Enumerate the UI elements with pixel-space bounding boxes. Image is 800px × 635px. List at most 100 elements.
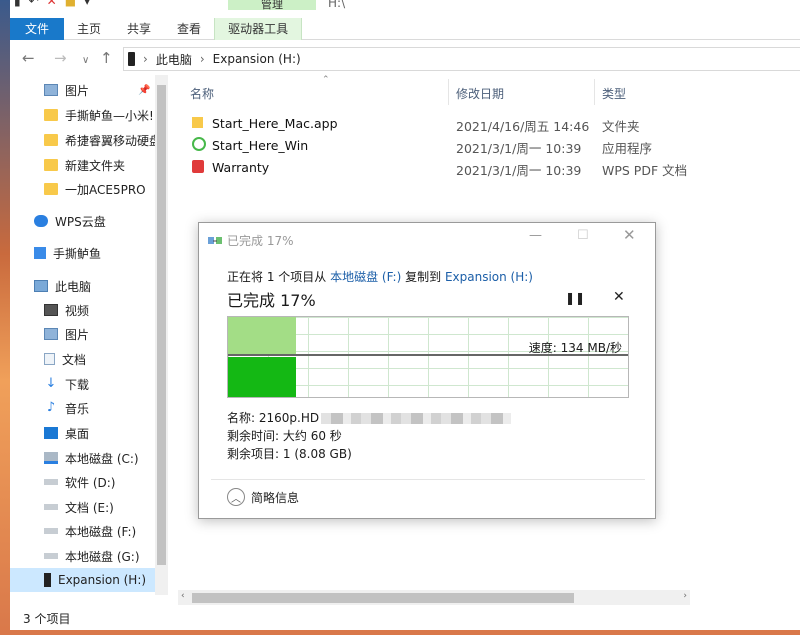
- address-bar[interactable]: › 此电脑 › Expansion (H:): [123, 47, 800, 71]
- tab-view[interactable]: 查看: [164, 18, 214, 40]
- sidebar-item-drive-g[interactable]: 本地磁盘 (G:): [10, 544, 155, 568]
- tab-drive-tools[interactable]: 驱动器工具: [214, 18, 303, 40]
- minimize-icon[interactable]: —: [529, 228, 542, 243]
- breadcrumb-separator-icon[interactable]: ›: [200, 52, 205, 66]
- forward-arrow-icon[interactable]: →: [54, 50, 67, 66]
- sidebar-item-pictures[interactable]: 图片: [10, 322, 155, 346]
- column-divider[interactable]: [448, 79, 449, 105]
- navigation-pane: 图片 📌 手撕鲈鱼—小米! 希捷睿翼移动硬盘 新建文件夹 一加ACE5PRO W…: [10, 75, 168, 595]
- horizontal-scrollbar-thumb[interactable]: [192, 593, 574, 603]
- usb-drive-icon: [44, 573, 51, 587]
- maximize-icon[interactable]: ☐: [577, 228, 589, 243]
- sidebar-item-wps-cloud[interactable]: WPS云盘: [10, 209, 155, 233]
- column-header-date[interactable]: 修改日期: [456, 85, 504, 102]
- video-icon: [44, 304, 58, 316]
- file-row-win-app[interactable]: Start_Here_Win 2021/3/1/周一 10:39 应用程序: [178, 134, 698, 156]
- column-header-name[interactable]: 名称: [190, 85, 214, 102]
- sidebar-scrollbar-thumb[interactable]: [157, 85, 166, 565]
- sidebar-item-cloud-drive[interactable]: 手撕鲈鱼: [10, 241, 155, 265]
- sidebar-item-downloads[interactable]: ↓ 下载: [10, 372, 155, 396]
- sidebar-item-videos[interactable]: 视频: [10, 298, 155, 322]
- dialog-title: 已完成 17%: [227, 234, 294, 248]
- folder-icon: [192, 117, 203, 128]
- sidebar-item-folder-2[interactable]: 希捷睿翼移动硬盘: [10, 128, 155, 152]
- copy-icon: [208, 235, 222, 245]
- windows-drive-icon: [44, 452, 58, 464]
- chevron-up-icon: ︿: [227, 488, 245, 506]
- progress-fill-dark: [228, 357, 297, 397]
- cloud-icon: [34, 215, 48, 227]
- sidebar-item-this-pc[interactable]: 此电脑: [10, 274, 155, 298]
- sidebar-item-music[interactable]: ♪ 音乐: [10, 396, 155, 420]
- transfer-speed-graph: 速度: 134 MB/秒: [227, 316, 629, 398]
- file-row-warranty[interactable]: Warranty 2021/3/1/周一 10:39 WPS PDF 文档: [178, 156, 698, 178]
- explorer-window: ▮ ↶ ✕ ■ ▾ 管理 H:\ 文件 主页 共享 查看 驱动器工具 ← → ∨…: [10, 0, 800, 630]
- undo-icon[interactable]: ↶: [29, 0, 39, 8]
- source-link[interactable]: 本地磁盘 (F:): [330, 270, 401, 284]
- column-divider[interactable]: [594, 79, 595, 105]
- breadcrumb-separator-icon[interactable]: ›: [143, 52, 148, 66]
- dialog-divider: [211, 479, 645, 480]
- pause-button[interactable]: ❚❚: [565, 291, 585, 305]
- drive-icon: [44, 528, 58, 534]
- pdf-icon: [192, 160, 204, 173]
- sidebar-item-desktop[interactable]: 桌面: [10, 421, 155, 445]
- folder-icon: [44, 134, 58, 146]
- quick-access-toolbar: ▮ ↶ ✕ ■ ▾: [14, 0, 90, 8]
- sidebar-item-drive-e[interactable]: 文档 (E:): [10, 495, 155, 519]
- tab-home[interactable]: 主页: [64, 18, 114, 40]
- pictures-icon: [44, 328, 58, 340]
- drive-icon: [128, 52, 135, 66]
- delete-icon[interactable]: ✕: [47, 0, 57, 8]
- file-row-mac-app[interactable]: Start_Here_Mac.app 2021/4/16/周五 14:46 文件…: [178, 112, 698, 134]
- recent-locations-chevron-icon[interactable]: ∨: [82, 53, 89, 69]
- customize-dropdown-icon[interactable]: ▾: [84, 0, 90, 8]
- column-header-type[interactable]: 类型: [602, 85, 626, 102]
- cloud-drive-icon: [34, 247, 46, 259]
- folder-icon: [44, 159, 58, 171]
- folder-icon: [44, 109, 58, 121]
- computer-icon: [34, 280, 48, 292]
- speed-readout: 速度: 134 MB/秒: [528, 341, 622, 355]
- documents-icon: [44, 353, 55, 365]
- sidebar-item-drive-d[interactable]: 软件 (D:): [10, 470, 155, 494]
- sidebar-item-folder-4[interactable]: 一加ACE5PRO: [10, 177, 155, 201]
- destination-link[interactable]: Expansion (H:): [445, 270, 533, 284]
- sidebar-item-pictures-quick[interactable]: 图片 📌: [10, 78, 155, 102]
- sidebar-scrollbar[interactable]: [155, 75, 168, 595]
- sidebar-item-drive-c[interactable]: 本地磁盘 (C:): [10, 446, 155, 470]
- up-arrow-icon[interactable]: ↑: [100, 50, 113, 66]
- sidebar-item-folder-1[interactable]: 手撕鲈鱼—小米!: [10, 103, 155, 127]
- seagate-app-icon: [192, 137, 206, 151]
- redacted-filename: [321, 413, 512, 424]
- tab-file[interactable]: 文件: [10, 18, 65, 40]
- ribbon: ▮ ↶ ✕ ■ ▾ 管理 H:\ 文件 主页 共享 查看 驱动器工具: [10, 0, 800, 40]
- breadcrumb-this-pc[interactable]: 此电脑: [156, 51, 192, 68]
- sidebar-item-drive-h[interactable]: Expansion (H:): [10, 568, 155, 592]
- desktop-icon: [44, 427, 58, 439]
- properties-icon[interactable]: ▮: [14, 0, 21, 8]
- breadcrumb-expansion[interactable]: Expansion (H:): [213, 52, 301, 66]
- drive-icon: [44, 504, 58, 510]
- items-remaining-row: 剩余项目: 1 (8.08 GB): [227, 447, 352, 461]
- less-details-button[interactable]: ︿ 简略信息: [227, 488, 299, 506]
- sidebar-item-folder-3[interactable]: 新建文件夹: [10, 153, 155, 177]
- sort-ascending-icon: ⌃: [322, 75, 330, 85]
- scroll-right-icon[interactable]: ›: [683, 591, 687, 601]
- back-arrow-icon[interactable]: ←: [22, 50, 35, 66]
- tab-manage[interactable]: 管理: [228, 0, 316, 10]
- pictures-icon: [44, 84, 58, 96]
- horizontal-scrollbar[interactable]: ‹ ›: [178, 590, 690, 605]
- scroll-left-icon[interactable]: ‹: [181, 591, 185, 601]
- sidebar-item-documents[interactable]: 文档: [10, 347, 155, 371]
- status-bar: 3 个项目: [23, 612, 71, 626]
- sidebar-item-drive-f[interactable]: 本地磁盘 (F:): [10, 519, 155, 543]
- window-title: H:\: [328, 0, 346, 10]
- folder-icon[interactable]: ■: [65, 0, 76, 8]
- pin-icon[interactable]: 📌: [138, 85, 150, 96]
- time-remaining-row: 剩余时间: 大约 60 秒: [227, 429, 342, 443]
- copy-description: 正在将 1 个项目从 本地磁盘 (F:) 复制到 Expansion (H:): [227, 270, 533, 284]
- cancel-button[interactable]: ✕: [613, 289, 625, 305]
- tab-share[interactable]: 共享: [114, 18, 164, 40]
- close-icon[interactable]: ✕: [623, 226, 636, 244]
